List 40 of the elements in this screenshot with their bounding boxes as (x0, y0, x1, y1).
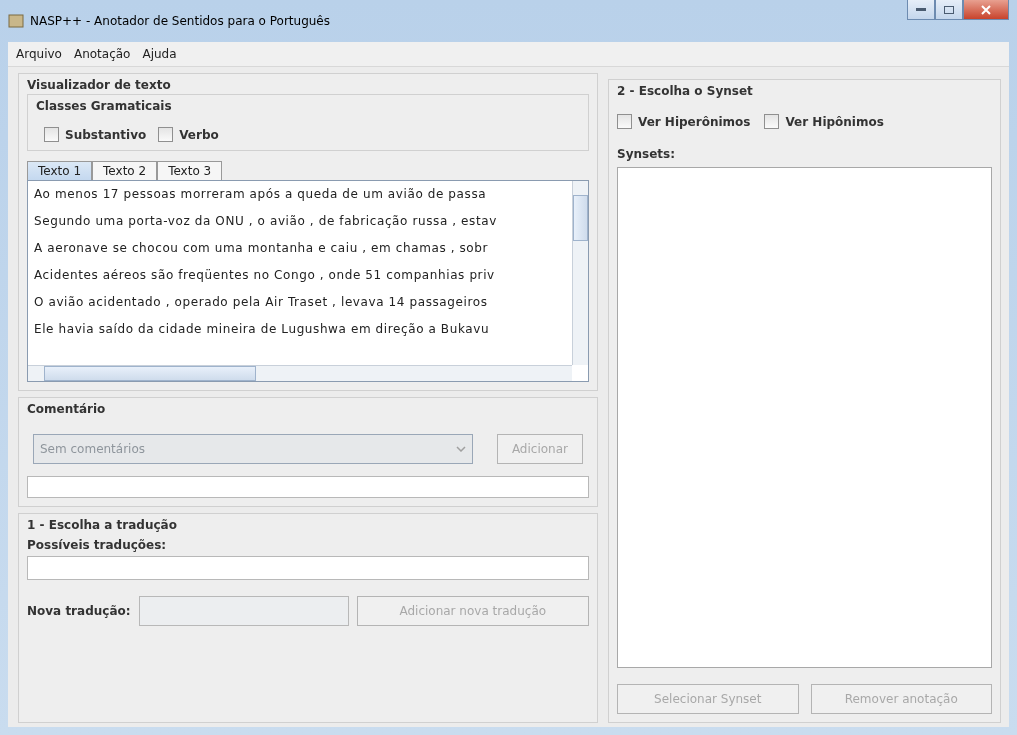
group-title: 2 - Escolha o Synset (617, 84, 754, 98)
checkbox[interactable]: Ver Hipônimos (764, 114, 884, 129)
comment-field[interactable] (27, 476, 589, 498)
close-button[interactable] (963, 0, 1009, 20)
group-title: Comentário (27, 402, 107, 416)
group-title: Classes Gramaticais (36, 99, 173, 113)
horizontal-scrollbar[interactable] (28, 365, 572, 381)
field-label: Nova tradução: (27, 604, 131, 618)
maximize-icon (944, 5, 954, 14)
vertical-scrollbar[interactable] (572, 181, 588, 365)
menu-item[interactable]: Anotação (73, 47, 131, 61)
text-area[interactable] (27, 180, 589, 382)
caret-icon (455, 446, 466, 452)
group-title: Visualizador de texto (27, 78, 172, 92)
checkbox[interactable]: Verbo (158, 127, 219, 142)
minimize-icon (916, 7, 926, 12)
menu-item[interactable]: Ajuda (142, 47, 177, 61)
synset-list[interactable] (617, 167, 992, 668)
text-line: Segundo uma porta-voz da ONU , o avião , de fabricação russa , estav (34, 214, 498, 228)
text-line: Acidentes aéreos são freqüentes no Congo , onde 51 companhias priv (34, 268, 496, 282)
checkbox[interactable]: Ver Hiperônimos (617, 114, 751, 129)
minimize-button[interactable] (907, 0, 935, 20)
maximize-button[interactable] (935, 0, 963, 20)
close-icon (981, 4, 991, 15)
text-line: Ele havia saído da cidade mineira de Lugushwa em direção a Bukavu (34, 322, 491, 336)
tab[interactable]: Texto 1 (27, 161, 93, 180)
new-translation-field[interactable] (138, 596, 349, 626)
field-label: Synsets: (617, 147, 676, 161)
field-label: Possíveis traduções: (27, 538, 168, 552)
text-line: Ao menos 17 pessoas morreram após a queda de um avião de passa (34, 187, 488, 201)
text-line: A aeronave se chocou com uma montanha e caiu , em chamas , sobr (34, 241, 490, 255)
tab[interactable]: Texto 3 (157, 161, 223, 180)
checkbox[interactable]: Substantivo (44, 127, 147, 142)
translations-field[interactable] (27, 556, 589, 580)
text-line: O avião acidentado , operado pela Air Traset , levava 14 passageiros (34, 295, 489, 309)
app-icon (8, 13, 24, 29)
tab[interactable]: Texto 2 (92, 161, 158, 180)
window-title: NASP++ - Anotador de Sentidos para o Português (30, 14, 330, 28)
menu-item[interactable]: Arquivo (16, 47, 62, 61)
group-title: 1 - Escolha a tradução (27, 518, 178, 532)
